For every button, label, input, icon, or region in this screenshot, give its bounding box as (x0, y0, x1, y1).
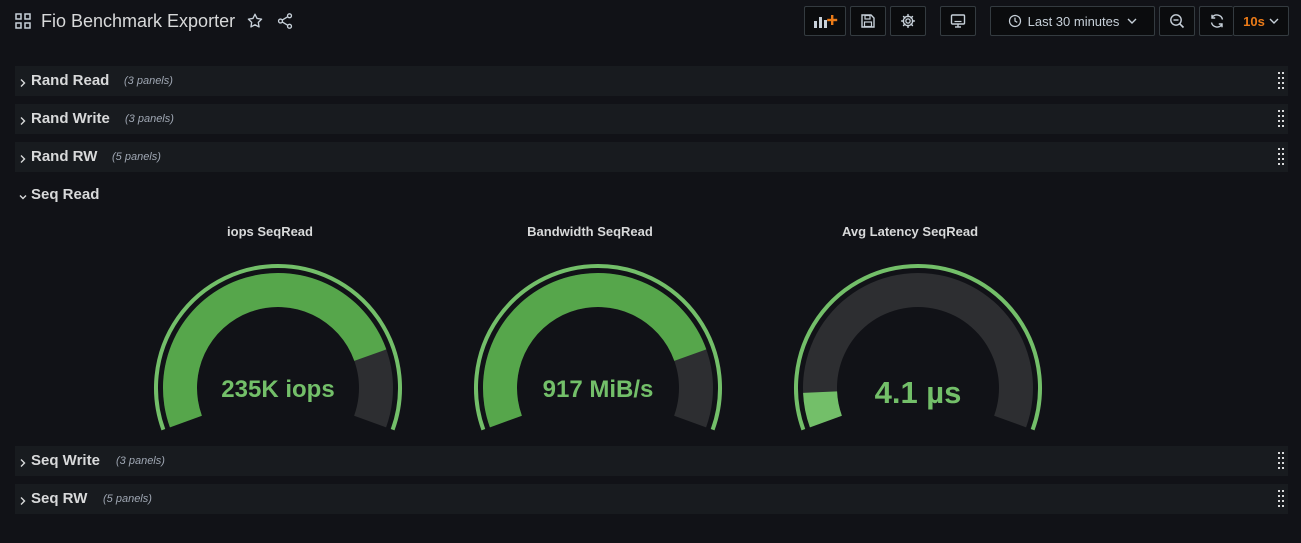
grid-icon[interactable] (15, 13, 31, 29)
row-title[interactable]: Rand Read (31, 72, 109, 89)
refresh-icon (1209, 13, 1225, 29)
row-title[interactable]: Rand Write (31, 110, 110, 127)
drag-handle-icon[interactable] (1278, 490, 1284, 508)
row-seq-write[interactable]: Seq Write (3 panels) (15, 446, 1288, 476)
drag-handle-icon[interactable] (1278, 452, 1284, 470)
row-panel-count: (5 panels) (103, 493, 152, 505)
row-panel-count: (3 panels) (125, 113, 174, 125)
row-seq-read[interactable]: Seq Read (15, 180, 1288, 210)
row-seq-rw[interactable]: Seq RW (5 panels) (15, 484, 1288, 514)
zoom-out-button[interactable] (1159, 6, 1195, 36)
gauge-bandwidth-seqread (474, 264, 722, 431)
row-rand-read[interactable]: Rand Read (3 panels) (15, 66, 1288, 96)
drag-handle-icon[interactable] (1278, 110, 1284, 128)
chevron-right-icon (19, 455, 27, 467)
gauge-value: 4.1 µs (874, 375, 962, 410)
drag-handle-icon[interactable] (1278, 72, 1284, 90)
dashboard-header: Fio Benchmark Exporter Last 30 minutes 1… (0, 0, 1301, 44)
zoom-out-icon (1169, 13, 1185, 29)
panel-title[interactable]: Avg Latency SeqRead (780, 224, 1040, 239)
row-panel-count: (5 panels) (112, 151, 161, 163)
gear-icon (900, 13, 916, 29)
row-rand-rw[interactable]: Rand RW (5 panels) (15, 142, 1288, 172)
panel-title[interactable]: Bandwidth SeqRead (460, 224, 720, 239)
star-icon[interactable] (246, 12, 264, 30)
clock-icon (1008, 14, 1022, 28)
gauge-value: 917 MiB/s (542, 376, 654, 403)
dashboard-settings-button[interactable] (890, 6, 926, 36)
chevron-right-icon (19, 75, 27, 87)
save-icon (860, 13, 876, 29)
row-title[interactable]: Rand RW (31, 148, 97, 165)
row-title[interactable]: Seq RW (31, 490, 87, 507)
row-panel-count: (3 panels) (124, 75, 173, 87)
gauge-value: 235K iops (221, 376, 335, 403)
tv-mode-button[interactable] (940, 6, 976, 36)
gauge-iops-seqread (154, 264, 402, 431)
row-panel-count: (3 panels) (116, 455, 165, 467)
share-icon[interactable] (276, 12, 294, 30)
chevron-down-icon (1127, 17, 1137, 25)
dashboard-title[interactable]: Fio Benchmark Exporter (41, 11, 235, 32)
refresh-button[interactable] (1199, 6, 1233, 36)
row-title[interactable]: Seq Read (31, 186, 99, 203)
chevron-right-icon (19, 113, 27, 125)
chevron-down-icon (1269, 17, 1279, 25)
time-range-picker[interactable]: Last 30 minutes (990, 6, 1155, 36)
refresh-interval-label: 10s (1243, 13, 1265, 29)
add-panel-icon (812, 13, 838, 29)
refresh-interval-picker[interactable]: 10s (1233, 6, 1289, 36)
save-dashboard-button[interactable] (850, 6, 886, 36)
chevron-down-icon (19, 189, 27, 200)
time-range-label: Last 30 minutes (1027, 13, 1120, 29)
row-rand-write[interactable]: Rand Write (3 panels) (15, 104, 1288, 134)
chevron-right-icon (19, 151, 27, 163)
panel-title[interactable]: iops SeqRead (140, 224, 400, 239)
row-title[interactable]: Seq Write (31, 452, 100, 469)
chevron-right-icon (19, 493, 27, 505)
drag-handle-icon[interactable] (1278, 148, 1284, 166)
add-panel-button[interactable] (804, 6, 846, 36)
monitor-icon (950, 13, 966, 29)
